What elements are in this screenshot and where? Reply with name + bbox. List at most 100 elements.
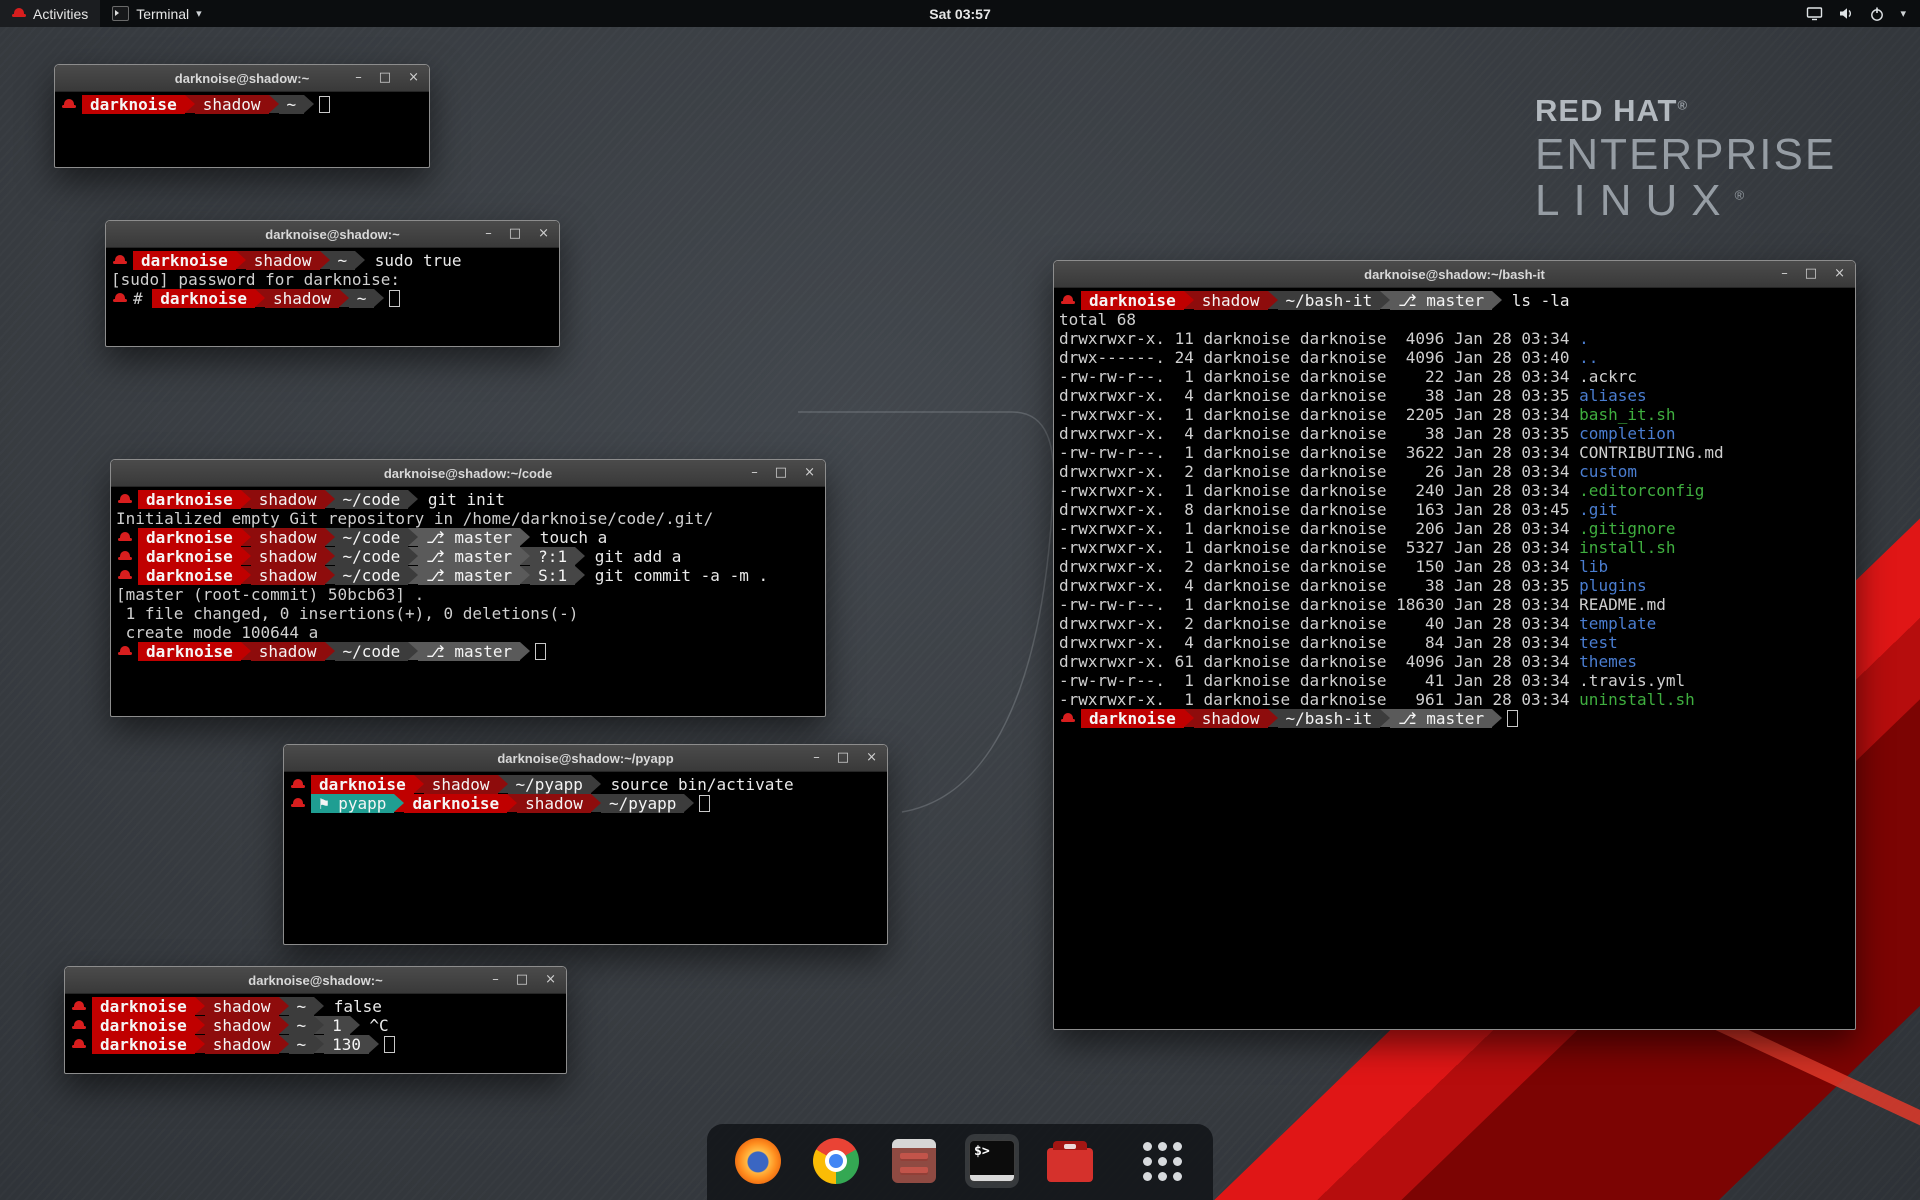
terminal-cursor (1507, 710, 1518, 727)
maximize-button[interactable]: □ (379, 65, 391, 91)
prompt-segment-host: shadow (265, 289, 339, 308)
activities-label: Activities (33, 6, 88, 22)
prompt-segment-user: darknoise (92, 1016, 195, 1035)
powerline-arrow-icon (1380, 709, 1390, 727)
clock[interactable]: Sat 03:57 (0, 6, 1920, 22)
maximize-button[interactable]: □ (775, 460, 787, 486)
maximize-button[interactable]: □ (509, 221, 521, 247)
powerline-arrow-icon (394, 794, 404, 812)
prompt-segment-user: darknoise (152, 289, 255, 308)
minimize-button[interactable]: – (1781, 261, 1788, 287)
maximize-button[interactable]: □ (516, 967, 528, 993)
close-button[interactable]: × (408, 65, 419, 91)
terminal-text: uninstall.sh (1579, 690, 1695, 709)
terminal-content[interactable]: darknoiseshadow~/pyapp source bin/activa… (284, 772, 887, 816)
terminal-cursor (535, 643, 546, 660)
minimize-button[interactable]: – (813, 745, 820, 771)
prompt-segment-path: ~/code (335, 566, 409, 585)
prompt-segment-user: darknoise (1081, 291, 1184, 310)
close-button[interactable]: × (545, 967, 556, 993)
window-titlebar[interactable]: darknoise@shadow:~/code – □ × (111, 460, 825, 487)
minimize-button[interactable]: – (492, 967, 499, 993)
terminal-text: -rw-rw-r--. 1 darknoise darknoise 41 Jan… (1059, 671, 1579, 690)
window-titlebar[interactable]: darknoise@shadow:~/bash-it – □ × (1054, 261, 1855, 288)
terminal-content[interactable]: darknoiseshadow~ falsedarknoiseshadow~1 … (65, 994, 566, 1057)
terminal-line: create mode 100644 a (116, 623, 820, 642)
volume-icon (1838, 6, 1854, 21)
powerline-arrow-icon (304, 95, 314, 113)
powerline-arrow-icon (591, 775, 601, 793)
prompt-segment-host: shadow (251, 528, 325, 547)
window-titlebar[interactable]: darknoise@shadow:~/pyapp – □ × (284, 745, 887, 772)
app-menu-terminal[interactable]: Terminal ▾ (100, 0, 213, 27)
powerline-arrow-icon (408, 566, 418, 584)
minimize-button[interactable]: – (485, 221, 492, 247)
prompt-segment-host: shadow (1194, 709, 1268, 728)
prompt-segment-path: ~ (289, 1035, 315, 1054)
chrome-icon[interactable] (809, 1134, 863, 1188)
powerline-arrow-icon (241, 490, 251, 508)
window-titlebar[interactable]: darknoise@shadow:~ – □ × (106, 221, 559, 248)
prompt-segment-path: ~ (289, 1016, 315, 1035)
powerline-arrow-icon (236, 251, 246, 269)
dock: $> (707, 1124, 1213, 1200)
powerline-arrow-icon (575, 566, 585, 584)
redhat-prompt-icon (118, 531, 132, 544)
terminal-text: -rwxrwxr-x. 1 darknoise darknoise 2205 J… (1059, 405, 1579, 424)
prompt-segment-user: darknoise (138, 566, 241, 585)
terminal-text: -rwxrwxr-x. 1 darknoise darknoise 5327 J… (1059, 538, 1579, 557)
minimize-button[interactable]: – (355, 65, 362, 91)
powerline-arrow-icon (591, 794, 601, 812)
prompt-segment-user: darknoise (1081, 709, 1184, 728)
terminal-text: ^C (360, 1016, 389, 1035)
toolbox-icon[interactable] (1043, 1134, 1097, 1188)
terminal-text: lib (1579, 557, 1608, 576)
system-status-area[interactable]: ▾ (1792, 0, 1920, 27)
terminal-line: darknoiseshadow~130 (70, 1035, 561, 1054)
show-applications-icon[interactable] (1135, 1134, 1189, 1188)
close-button[interactable]: × (804, 460, 815, 486)
file-cabinet-icon[interactable] (887, 1134, 941, 1188)
terminal-content[interactable]: darknoiseshadow~/bash-it⎇ master ls -lat… (1054, 288, 1855, 731)
terminal-icon[interactable]: $> (965, 1134, 1019, 1188)
firefox-icon[interactable] (731, 1134, 785, 1188)
minimize-button[interactable]: – (751, 460, 758, 486)
prompt-segment-exit: 130 (324, 1035, 369, 1054)
close-button[interactable]: × (866, 745, 877, 771)
prompt-segment-git: ⎇ master (418, 528, 520, 547)
prompt-segment-host: shadow (517, 794, 591, 813)
powerline-arrow-icon (520, 528, 530, 546)
prompt-segment-exit: 1 (324, 1016, 350, 1035)
powerline-arrow-icon (414, 775, 424, 793)
close-button[interactable]: × (1834, 261, 1845, 287)
powerline-arrow-icon (325, 490, 335, 508)
terminal-window-sudo: darknoise@shadow:~ – □ × darknoise shadow… (105, 220, 560, 347)
redhat-prompt-icon (72, 1000, 86, 1013)
redhat-prompt-icon (62, 98, 76, 111)
terminal-text: false (324, 997, 382, 1016)
activities-button[interactable]: Activities (0, 0, 100, 27)
window-titlebar[interactable]: darknoise@shadow:~ – □ × (65, 967, 566, 994)
brand-line-linux: LINUX® (1535, 178, 1836, 224)
window-controls: – □ × (1781, 261, 1855, 287)
terminal-text: drwxrwxr-x. 4 darknoise darknoise 84 Jan… (1059, 633, 1579, 652)
power-icon (1869, 6, 1885, 22)
powerline-arrow-icon (314, 1016, 324, 1034)
terminal-content[interactable]: darknoiseshadow~/code git initInitialize… (111, 487, 825, 664)
close-button[interactable]: × (538, 221, 549, 247)
window-title: darknoise@shadow:~/code (111, 466, 825, 481)
terminal-line: darknoiseshadow~/code⎇ masterS:1 git com… (116, 566, 820, 585)
registered-mark: ® (1735, 187, 1759, 202)
powerline-arrow-icon (1184, 291, 1194, 309)
terminal-content[interactable]: darknoiseshadow~ sudo true[sudo] passwor… (106, 248, 559, 311)
maximize-button[interactable]: □ (1805, 261, 1817, 287)
redhat-prompt-icon (118, 493, 132, 506)
terminal-text: drwxrwxr-x. 11 darknoise darknoise 4096 … (1059, 329, 1579, 348)
terminal-line: darknoiseshadow~/bash-it⎇ master (1059, 709, 1850, 728)
maximize-button[interactable]: □ (837, 745, 849, 771)
powerline-arrow-icon (241, 528, 251, 546)
terminal-text: aliases (1579, 386, 1646, 405)
window-titlebar[interactable]: darknoise@shadow:~ – □ × (55, 65, 429, 92)
prompt-segment-git: ⎇ master (1390, 709, 1492, 728)
terminal-content[interactable]: darknoiseshadow~ (55, 92, 429, 117)
